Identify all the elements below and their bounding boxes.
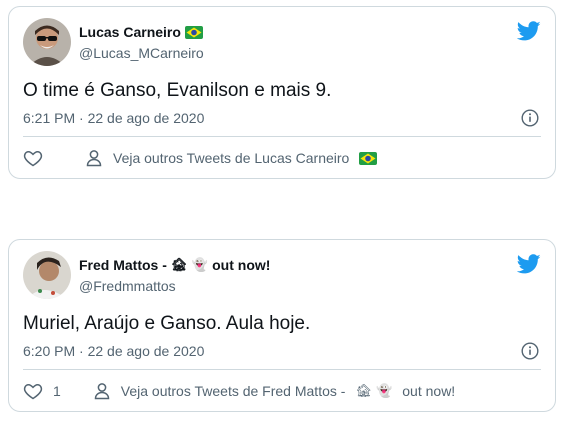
tweet-timestamp[interactable]: 6:21 PM · 22 de ago de 2020 bbox=[23, 110, 204, 126]
divider bbox=[23, 369, 541, 370]
tweet-actions: Veja outros Tweets de Lucas Carneiro bbox=[23, 148, 378, 168]
avatar[interactable] bbox=[23, 251, 71, 299]
like-count[interactable]: 1 bbox=[53, 383, 61, 399]
tweet-timestamp[interactable]: 6:20 PM · 22 de ago de 2020 bbox=[23, 343, 204, 359]
embedded-tweet[interactable]: Lucas Carneiro @Lucas_MCarneiro O time é… bbox=[8, 6, 556, 179]
tweet-actions: 1 Veja outros Tweets de Fred Mattos - 🏚 … bbox=[23, 381, 455, 401]
tweet-date[interactable]: 22 de ago de 2020 bbox=[88, 343, 205, 359]
embedded-tweet[interactable]: Fred Mattos - 🏚 👻 out now! @Fredmmattos … bbox=[8, 239, 556, 412]
brazil-flag-icon bbox=[184, 25, 203, 39]
author-handle[interactable]: @Lucas_MCarneiro bbox=[79, 45, 204, 61]
author-handle[interactable]: @Fredmmattos bbox=[79, 278, 176, 294]
tweet-text: O time é Ganso, Evanilson e mais 9. bbox=[23, 80, 332, 101]
tweet-time[interactable]: 6:20 PM bbox=[23, 343, 75, 359]
info-icon[interactable] bbox=[521, 109, 539, 127]
see-more-label[interactable]: Veja outros Tweets de Lucas Carneiro bbox=[113, 150, 349, 166]
tweet-date[interactable]: 22 de ago de 2020 bbox=[88, 110, 205, 126]
author-name[interactable]: Lucas Carneiro bbox=[79, 24, 181, 40]
author-name-row[interactable]: Lucas Carneiro bbox=[79, 24, 203, 40]
meta-separator: · bbox=[79, 343, 84, 359]
see-more-label[interactable]: Veja outros Tweets de Fred Mattos - bbox=[121, 383, 346, 399]
heart-icon[interactable] bbox=[23, 381, 43, 401]
see-more-suffix[interactable]: out now! bbox=[402, 383, 455, 399]
see-more-emojis: 🏚 👻 bbox=[355, 383, 393, 399]
twitter-bird-icon[interactable] bbox=[516, 252, 541, 276]
brazil-flag-icon bbox=[359, 151, 378, 165]
user-icon bbox=[93, 382, 111, 400]
author-name-suffix[interactable]: out now! bbox=[212, 257, 270, 273]
twitter-bird-icon[interactable] bbox=[516, 19, 541, 43]
avatar[interactable] bbox=[23, 18, 71, 66]
tweet-text: Muriel, Araújo e Ganso. Aula hoje. bbox=[23, 313, 311, 334]
meta-separator: · bbox=[79, 110, 84, 126]
info-icon[interactable] bbox=[521, 342, 539, 360]
heart-icon[interactable] bbox=[23, 148, 43, 168]
author-name[interactable]: Fred Mattos - bbox=[79, 257, 167, 273]
tweet-time[interactable]: 6:21 PM bbox=[23, 110, 75, 126]
see-more-tweets-link[interactable]: Veja outros Tweets de Lucas Carneiro bbox=[85, 149, 378, 167]
see-more-tweets-link[interactable]: Veja outros Tweets de Fred Mattos - 🏚 👻 … bbox=[93, 382, 455, 400]
author-name-row[interactable]: Fred Mattos - 🏚 👻 out now! bbox=[79, 257, 270, 273]
author-emojis: 🏚 👻 bbox=[170, 257, 209, 273]
divider bbox=[23, 136, 541, 137]
user-icon bbox=[85, 149, 103, 167]
